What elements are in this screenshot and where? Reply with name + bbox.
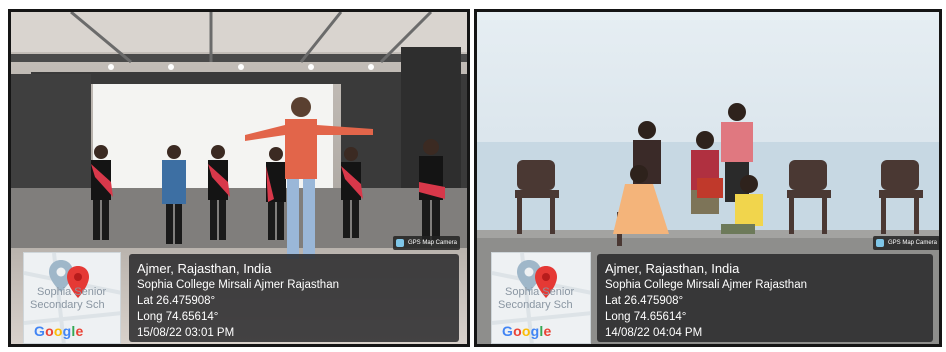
geotag-info-panel: Ajmer, Rajasthan, India Sophia College M… [129, 254, 459, 342]
google-logo: Google [34, 323, 84, 339]
map-thumbnail: Sophia Senior Secondary Sch Google [23, 252, 121, 344]
gps-camera-label: GPS Map Camera [888, 240, 938, 246]
latitude-text: Lat 26.475908° [605, 295, 684, 307]
latitude-text: Lat 26.475908° [137, 295, 216, 307]
gps-camera-badge: GPS Map Camera [873, 236, 939, 250]
datetime-text: 14/08/22 04:04 PM [605, 327, 703, 339]
datetime-text: 15/08/22 03:01 PM [137, 327, 235, 339]
location-text: Ajmer, Rajasthan, India [605, 261, 740, 276]
location-text: Ajmer, Rajasthan, India [137, 261, 272, 276]
geotag-info-panel: Ajmer, Rajasthan, India Sophia College M… [597, 254, 933, 342]
map-place-line2: Secondary Sch [498, 299, 573, 311]
longitude-text: Long 74.65614° [605, 311, 687, 323]
map-place-line2: Secondary Sch [30, 299, 105, 311]
map-thumbnail: Sophia Senior Secondary Sch Google [491, 252, 591, 344]
longitude-text: Long 74.65614° [137, 311, 219, 323]
photo-outdoor-rehearsal: Sophia Senior Secondary Sch Google GPS M… [474, 9, 942, 347]
google-logo: Google [502, 323, 552, 339]
gps-camera-icon [876, 239, 884, 247]
gps-camera-label: GPS Map Camera [408, 240, 458, 246]
address-text: Sophia College Mirsali Ajmer Rajasthan [605, 279, 807, 291]
map-place-line1: Sophia Senior [505, 286, 575, 298]
gps-camera-badge: GPS Map Camera [393, 236, 461, 250]
photo-stage-performance: Sophia Senior Secondary Sch Google GPS M… [8, 9, 470, 347]
address-text: Sophia College Mirsali Ajmer Rajasthan [137, 279, 339, 291]
gps-camera-icon [396, 239, 404, 247]
map-place-line1: Sophia Senior [37, 286, 107, 298]
